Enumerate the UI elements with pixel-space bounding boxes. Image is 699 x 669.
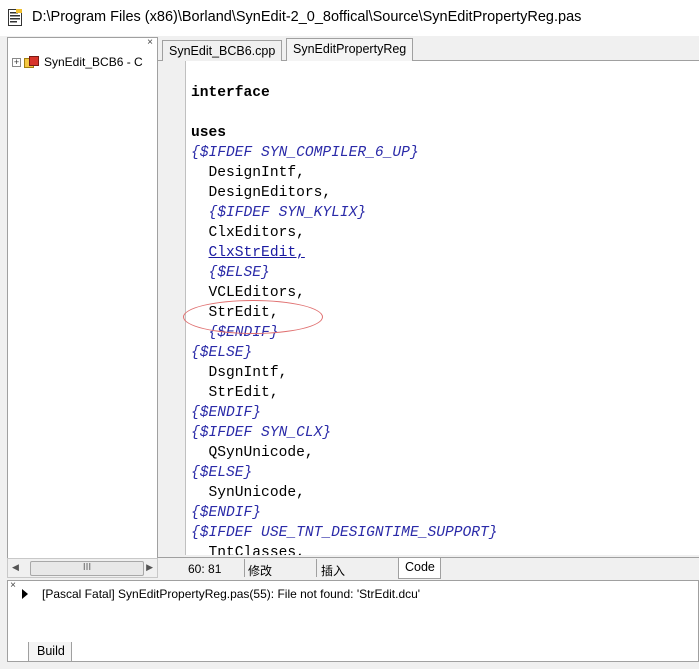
code-line[interactable]: DesignEditors, [191,183,498,203]
project-icon [24,55,40,69]
code-line[interactable]: {$ENDIF} [191,503,498,523]
project-manager-pane: × + SynEdit_BCB6 - C [7,37,158,578]
message-text: [Pascal Fatal] SynEditPropertyReg.pas(55… [42,587,421,601]
code-token: QSynUnicode, [208,445,314,461]
code-line[interactable]: {$ELSE} [191,463,498,483]
code-token: VCLEditors, [208,285,305,301]
scroll-left-icon[interactable]: ◀ [12,562,19,573]
code-line[interactable]: {$IFDEF SYN_COMPILER_6_UP} [191,143,498,163]
tab-build[interactable]: Build [28,642,72,662]
code-token: DesignIntf, [208,165,305,181]
close-icon[interactable]: × [8,581,18,591]
code-token: SynUnicode, [208,485,305,501]
code-token: interface [191,85,270,101]
tree-item-label: SynEdit_BCB6 - C [44,55,143,69]
expand-icon[interactable]: + [12,57,21,67]
insert-mode-indicator: 插入 [321,564,346,578]
tab-syneditpropertyreg[interactable]: SynEditPropertyReg [286,38,414,62]
code-token: TntClasses, [208,545,305,555]
window-title: D:\Program Files (x86)\Borland\SynEdit-2… [32,9,582,25]
code-line[interactable]: ClxStrEdit, [191,243,498,263]
editor-gutter [158,61,186,555]
scroll-right-icon[interactable]: ▶ [146,562,153,573]
code-token: {$ELSE} [208,265,270,281]
code-line[interactable]: QSynUnicode, [191,443,498,463]
document-icon [8,9,22,26]
code-line[interactable]: StrEdit, [191,383,498,403]
message-row[interactable]: [Pascal Fatal] SynEditPropertyReg.pas(55… [22,587,420,601]
code-line[interactable]: {$IFDEF SYN_CLX} [191,423,498,443]
code-token: DesignEditors, [208,185,332,201]
tab-code-view[interactable]: Code [398,558,441,579]
code-line[interactable]: interface [191,83,498,103]
code-line[interactable]: {$ELSE} [191,343,498,363]
code-line[interactable]: ClxEditors, [191,223,498,243]
code-line[interactable]: uses [191,123,498,143]
code-line[interactable]: {$IFDEF USE_TNT_DESIGNTIME_SUPPORT} [191,523,498,543]
code-token: DsgnIntf, [208,365,288,381]
highlight-annotation [183,300,323,334]
code-token: {$ELSE} [191,345,253,361]
code-line[interactable]: DsgnIntf, [191,363,498,383]
code-token: {$ELSE} [191,465,253,481]
code-token: {$IFDEF SYN_COMPILER_6_UP} [191,145,419,161]
tree-item-project[interactable]: + SynEdit_BCB6 - C [12,53,158,71]
code-token: StrEdit, [208,385,279,401]
code-token: {$ENDIF} [191,505,262,521]
editor-tabs: SynEdit_BCB6.cpp SynEditPropertyReg [158,37,699,62]
code-token: {$IFDEF SYN_KYLIX} [208,205,367,221]
code-token: {$IFDEF SYN_CLX} [191,425,332,441]
horizontal-scrollbar[interactable]: ◀ III ▶ [7,558,158,578]
message-pane: × [Pascal Fatal] SynEditPropertyReg.pas(… [7,580,699,662]
cursor-position: 60: 81 [188,562,222,576]
close-icon[interactable]: × [145,38,155,48]
code-line[interactable] [191,103,498,123]
title-bar: D:\Program Files (x86)\Borland\SynEdit-2… [0,0,699,36]
code-token: {$ENDIF} [191,405,262,421]
message-arrow-icon [22,589,28,599]
code-token[interactable]: ClxStrEdit, [209,245,305,261]
code-line[interactable]: TntClasses, [191,543,498,555]
code-line[interactable]: DesignIntf, [191,163,498,183]
code-token: uses [191,125,227,141]
scroll-thumb[interactable]: III [30,561,144,576]
modified-indicator: 修改 [248,564,273,578]
code-token: {$IFDEF USE_TNT_DESIGNTIME_SUPPORT} [191,525,498,541]
status-bar: 60: 81 修改 插入 Code [158,557,699,579]
code-line[interactable]: SynUnicode, [191,483,498,503]
code-line[interactable]: {$IFDEF SYN_KYLIX} [191,203,498,223]
code-token: ClxEditors, [208,225,305,241]
code-line[interactable]: {$ELSE} [191,263,498,283]
tab-synedit-bcb6-cpp[interactable]: SynEdit_BCB6.cpp [162,40,283,62]
code-line[interactable]: {$ENDIF} [191,403,498,423]
